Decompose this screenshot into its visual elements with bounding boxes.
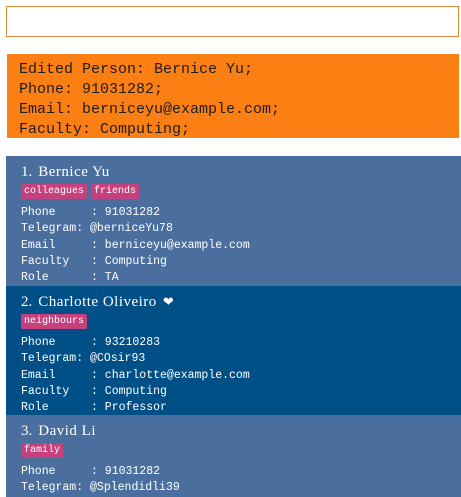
phone-label: Phone <box>21 465 56 478</box>
person-index: 1. <box>21 164 33 180</box>
faculty-field: Faculty : Computing <box>21 254 461 270</box>
role-value: : Professor <box>91 401 167 415</box>
telegram-value: @berniceYu78 <box>90 222 173 236</box>
result-line: Faculty: Computing; <box>19 121 191 138</box>
phone-label: Phone <box>21 206 56 219</box>
telegram-field: Telegram: @berniceYu78 <box>21 221 461 237</box>
faculty-field: Faculty : Computing <box>21 384 461 400</box>
faculty-label: Faculty <box>21 254 70 268</box>
person-card[interactable]: 3. David Li family Phone : 91031282 Teleg… <box>6 415 461 497</box>
tag: neighbours <box>21 314 88 329</box>
result-line: Email: berniceyu@example.com; <box>19 101 281 118</box>
telegram-value: @COsir93 <box>90 352 146 366</box>
telegram-label: Telegram: <box>21 352 84 366</box>
telegram-label: Telegram: <box>21 481 84 495</box>
faculty-label: Faculty <box>21 384 70 398</box>
telegram-value: @Splendidli39 <box>90 481 180 495</box>
person-card-header: 2. Charlotte Oliveiro ❤ <box>21 292 461 312</box>
phone-label: Phone <box>21 336 56 349</box>
email-field: Email : charlotte@example.com <box>21 368 461 384</box>
phone-field: Phone : 91031282 <box>21 205 461 221</box>
person-list[interactable]: 1. Bernice Yu colleagues friends Phone : … <box>6 156 461 497</box>
command-box[interactable] <box>6 6 459 37</box>
person-card[interactable]: 1. Bernice Yu colleagues friends Phone : … <box>6 156 461 286</box>
favourite-heart-icon: ❤ <box>162 294 174 309</box>
person-name: Bernice Yu <box>38 164 110 180</box>
role-label: Role <box>21 271 49 285</box>
tag: colleagues <box>21 184 88 199</box>
person-name: Charlotte Oliveiro <box>38 294 157 310</box>
role-label: Role <box>21 401 49 415</box>
phone-value: : 91031282 <box>91 206 161 219</box>
telegram-field: Telegram: @COsir93 <box>21 351 461 367</box>
email-label: Email <box>21 368 56 382</box>
tag: family <box>21 443 64 458</box>
tag-list: colleagues friends <box>21 184 461 201</box>
phone-value: : 91031282 <box>91 465 161 478</box>
person-card-selected[interactable]: 2. Charlotte Oliveiro ❤ neighbours Phone… <box>6 286 461 415</box>
person-card-header: 3. David Li <box>21 421 461 441</box>
person-index: 2. <box>21 294 33 310</box>
email-label: Email <box>21 238 56 252</box>
faculty-value: : Computing <box>91 384 167 398</box>
email-value: : charlotte@example.com <box>91 368 250 382</box>
phone-field: Phone : 91031282 <box>21 464 461 480</box>
tag-list: neighbours <box>21 314 461 331</box>
email-field: Email : berniceyu@example.com <box>21 238 461 254</box>
person-index: 3. <box>21 423 33 439</box>
result-display: Edited Person: Bernice Yu; Phone: 9103128… <box>7 54 459 138</box>
person-card-header: 1. Bernice Yu <box>21 162 461 182</box>
phone-value: : 93210283 <box>91 336 161 349</box>
role-field: Role : TA <box>21 270 461 286</box>
email-value: : berniceyu@example.com <box>91 238 250 252</box>
person-name: David Li <box>38 423 96 439</box>
tag-list: family <box>21 443 461 460</box>
role-value: : TA <box>91 271 119 285</box>
telegram-field: Telegram: @Splendidli39 <box>21 480 461 496</box>
tag: friends <box>91 184 140 199</box>
faculty-value: : Computing <box>91 254 167 268</box>
command-input[interactable] <box>7 7 458 36</box>
result-line: Edited Person: Bernice Yu; <box>19 61 254 78</box>
telegram-label: Telegram: <box>21 222 84 236</box>
phone-field: Phone : 93210283 <box>21 335 461 351</box>
result-line: Phone: 91031282; <box>19 81 164 98</box>
